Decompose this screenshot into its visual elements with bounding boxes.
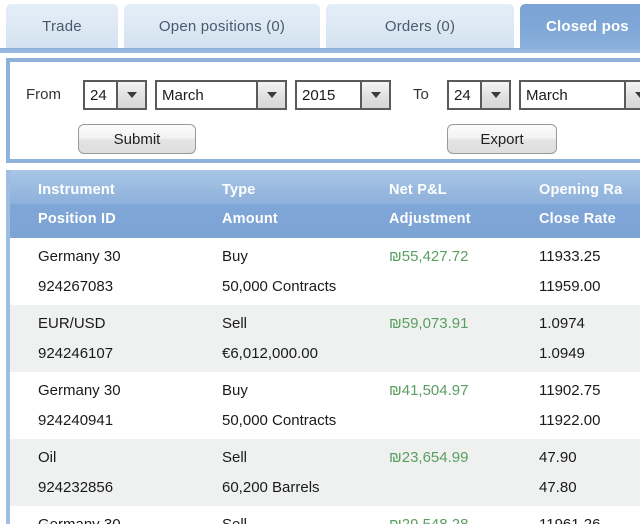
from-month-select[interactable]: March [155,80,287,110]
to-month-select[interactable]: March [519,80,640,110]
cell-position-id: 924232856 [38,479,114,496]
header-position-id[interactable]: Position ID [38,211,116,227]
cell-amount: 50,000 Contracts [222,412,337,429]
header-adjustment[interactable]: Adjustment [389,211,471,227]
table-row[interactable]: Germany 30 924267083 Buy 50,000 Contracts ₪5… [10,238,640,305]
date-filter-row: From 24 March 2015 To 24 March [10,62,640,118]
tab-orders[interactable]: Orders (0) [326,4,514,48]
tab-open-positions[interactable]: Open positions (0) [124,4,320,48]
tab-trade[interactable]: Trade [6,4,118,48]
cell-net-pl: ₪55,427.72 [389,248,469,265]
tab-closed-positions-label: Closed pos [546,17,629,35]
from-year-select[interactable]: 2015 [295,80,391,110]
table-row[interactable]: Oil 924232856 Sell 60,200 Barrels ₪23,654.99… [10,439,640,506]
cell-instrument: Germany 30 [38,248,121,265]
date-filter-panel: From 24 March 2015 To 24 March Submit Ex… [6,58,640,163]
header-opening-rate[interactable]: Opening Ra [539,182,622,198]
tab-open-positions-label: Open positions (0) [158,17,286,35]
table-body: Germany 30 924267083 Buy 50,000 Contracts ₪5… [10,238,640,524]
cell-instrument: EUR/USD [38,315,106,332]
table-row[interactable]: Germany 30 924240941 Buy 50,000 Contracts ₪4… [10,372,640,439]
tab-bar-underline [0,48,640,53]
export-button[interactable]: Export [447,124,557,154]
table-row[interactable]: EUR/USD 924246107 Sell €6,012,000.00 ₪59,073… [10,305,640,372]
cell-type: Buy [222,248,248,265]
cell-amount: 60,200 Barrels [222,479,320,496]
chevron-down-icon[interactable] [480,82,509,108]
cell-net-pl: ₪41,504.97 [389,382,469,399]
cell-opening-rate: 11902.75 [539,382,601,399]
from-day-value: 24 [90,86,107,104]
cell-type: Buy [222,382,248,399]
chevron-down-icon[interactable] [116,82,145,108]
chevron-down-icon[interactable] [256,82,285,108]
cell-net-pl: ₪23,654.99 [389,449,469,466]
cell-instrument: Germany 30 [38,382,121,399]
cell-close-rate: 11922.00 [539,412,601,429]
to-day-select[interactable]: 24 [447,80,511,110]
cell-opening-rate: 47.90 [539,449,577,466]
cell-type: Sell [222,516,247,524]
cell-position-id: 924246107 [38,345,114,362]
cell-close-rate: 47.80 [539,479,577,496]
header-close-rate[interactable]: Close Rate [539,211,616,227]
cell-opening-rate: 11933.25 [539,248,601,265]
cell-net-pl: ₪59,073.91 [389,315,469,332]
cell-type: Sell [222,315,248,332]
header-type[interactable]: Type [222,182,256,198]
from-label: From [26,86,61,103]
tab-bar: Trade Open positions (0) Orders (0) Clos… [0,0,640,53]
cell-position-id: 924267083 [38,278,114,295]
submit-button[interactable]: Submit [78,124,196,154]
cell-amount: 50,000 Contracts [222,278,337,295]
table-row[interactable]: Germany 30 Sell ₪29,548.28 11961.26 [10,506,640,524]
cell-type: Sell [222,449,248,466]
closed-positions-table: Instrument Position ID Type Amount Net P… [6,170,640,524]
tab-closed-positions[interactable]: Closed pos [520,4,640,48]
header-net-pl[interactable]: Net P&L [389,182,447,198]
tab-orders-label: Orders (0) [384,17,456,35]
cell-opening-rate: 1.0974 [539,315,585,332]
to-label: To [413,86,429,103]
cell-instrument: Oil [38,449,57,466]
cell-position-id: 924240941 [38,412,114,429]
from-year-value: 2015 [302,86,336,104]
cell-net-pl: ₪29,548.28 [389,516,468,524]
cell-amount: €6,012,000.00 [222,345,318,362]
header-amount[interactable]: Amount [222,211,278,227]
cell-close-rate: 1.0949 [539,345,585,362]
cell-instrument: Germany 30 [38,516,121,524]
to-day-value: 24 [454,86,471,104]
header-instrument[interactable]: Instrument [38,182,115,198]
tab-trade-label: Trade [42,17,82,35]
from-day-select[interactable]: 24 [83,80,147,110]
table-header: Instrument Position ID Type Amount Net P… [10,170,640,238]
cell-opening-rate: 11961.26 [539,516,600,524]
cell-close-rate: 11959.00 [539,278,601,295]
from-month-value: March [162,86,204,104]
chevron-down-icon[interactable] [360,82,389,108]
chevron-down-icon[interactable] [624,82,640,108]
to-month-value: March [526,86,568,104]
